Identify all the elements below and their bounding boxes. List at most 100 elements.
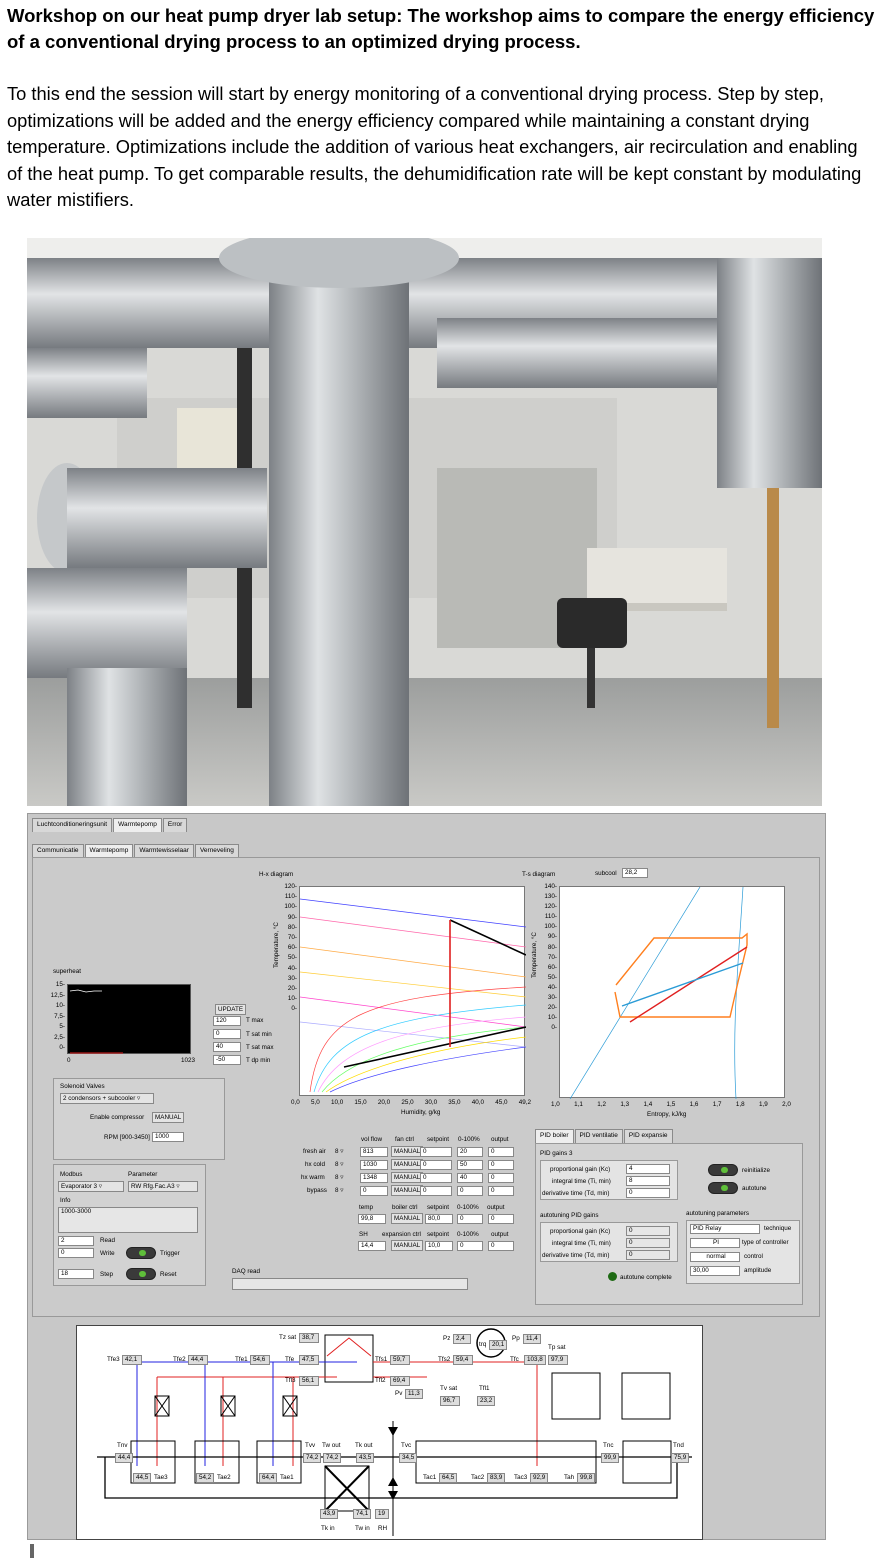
subtab-warmtepomp[interactable]: Warmtepomp: [84, 844, 134, 858]
tdp-label: T dp min: [246, 1057, 271, 1064]
top-tab-bar: Luchtconditioneringsunit Warmtepomp Erro…: [32, 818, 188, 832]
intro-paragraph: To this end the session will start by en…: [7, 83, 862, 210]
fan-vol: 0: [360, 1186, 388, 1196]
subtab-verneveling[interactable]: Verneveling: [194, 844, 239, 858]
fan-setpoint[interactable]: 0: [420, 1173, 452, 1183]
tac2-label: Tac2: [471, 1474, 485, 1481]
tpsat-label: Tp sat: [548, 1344, 566, 1351]
tsatmax-input[interactable]: 40: [213, 1042, 241, 1052]
fan-vol: 1030: [360, 1160, 388, 1170]
superheat-xmax: 1023: [181, 1057, 196, 1064]
tab-pid-ventilatie[interactable]: PID ventilatie: [574, 1129, 623, 1143]
sub-tab-bar: Communicatie Warmtepomp Warmtewisselaar …: [32, 844, 239, 858]
rpm-input[interactable]: 1000: [152, 1132, 184, 1142]
sh-label: SH: [359, 1231, 368, 1238]
pct-header: 0-100%: [458, 1136, 480, 1143]
tmax-input[interactable]: 120: [213, 1016, 241, 1026]
auto-ti-value: 0: [626, 1238, 670, 1248]
technique-label: technique: [764, 1225, 792, 1232]
controller-type-select[interactable]: PI: [690, 1238, 740, 1248]
tab-pid-expansie[interactable]: PID expansie: [623, 1129, 673, 1143]
ts-xlabel: Entropy, kJ/kg: [647, 1111, 687, 1118]
fan-setpoint[interactable]: 0: [420, 1147, 452, 1157]
auto-td-label: derivative time (Td, min): [542, 1252, 610, 1259]
tsatmin-input[interactable]: 0: [213, 1029, 241, 1039]
expansion-mode-button[interactable]: MANUAL: [391, 1240, 424, 1251]
expansion-setpoint[interactable]: 10,0: [425, 1241, 453, 1251]
tab-pid-boiler[interactable]: PID boiler: [535, 1129, 574, 1143]
relay-select[interactable]: PID Relay: [690, 1224, 760, 1234]
modbus-value-2[interactable]: 0: [58, 1248, 94, 1258]
tdp-input[interactable]: -50: [213, 1055, 241, 1065]
fan-row-n[interactable]: 8 ▿: [335, 1161, 343, 1168]
modbus-device-select[interactable]: Evaporator 3 ▿: [58, 1181, 124, 1192]
tkout-value: 43,5: [356, 1453, 374, 1463]
trigger-label: Trigger: [160, 1250, 180, 1257]
tab-error[interactable]: Error: [162, 818, 188, 832]
tac3-label: Tac3: [514, 1474, 528, 1481]
fan-mode-button[interactable]: MANUAL: [391, 1159, 424, 1170]
control-label: control: [744, 1253, 763, 1260]
fan-pct[interactable]: 50: [457, 1160, 483, 1170]
fan-mode-button[interactable]: MANUAL: [391, 1185, 424, 1196]
tfl3-label: Tfl3: [285, 1377, 296, 1384]
td-input[interactable]: 0: [626, 1188, 670, 1198]
fan-row-n[interactable]: 8 ▿: [335, 1148, 343, 1155]
fan-setpoint[interactable]: 0: [420, 1160, 452, 1170]
pz-label: Pz: [443, 1335, 451, 1342]
fan-mode-button[interactable]: MANUAL: [391, 1172, 424, 1183]
trigger-toggle[interactable]: [126, 1247, 156, 1259]
autotune-toggle[interactable]: [708, 1182, 738, 1194]
fan-row-n[interactable]: 8 ▿: [335, 1187, 343, 1194]
boiler-setpoint[interactable]: 80,0: [425, 1214, 453, 1224]
subtab-warmtewisselaar[interactable]: Warmtewisselaar: [134, 844, 194, 858]
tfe3-label: Tfe3: [107, 1356, 120, 1363]
fan-pct[interactable]: 40: [457, 1173, 483, 1183]
fan-pct[interactable]: 20: [457, 1147, 483, 1157]
expansion-pct[interactable]: 0: [457, 1241, 483, 1251]
auto-kc-value: 0: [626, 1226, 670, 1236]
update-button[interactable]: UPDATE: [215, 1004, 247, 1015]
fan-row-n[interactable]: 8 ▿: [335, 1174, 343, 1181]
fan-pct[interactable]: 0: [457, 1186, 483, 1196]
boiler-output-label: output: [487, 1204, 505, 1211]
autotuning-gains-label: autotuning PID gains: [540, 1212, 599, 1219]
amplitude-input[interactable]: 30,00: [690, 1266, 740, 1276]
ti-input[interactable]: 8: [626, 1176, 670, 1186]
tfe-value: 47,5: [299, 1355, 319, 1365]
td-label: derivative time (Td, min): [542, 1190, 610, 1197]
fan-setpoint[interactable]: 0: [420, 1186, 452, 1196]
fan-row-label: hx warm: [301, 1174, 325, 1181]
modbus-value-3[interactable]: 18: [58, 1269, 94, 1279]
reset-toggle[interactable]: [126, 1268, 156, 1280]
fan-vol: 1348: [360, 1173, 388, 1183]
fan-mode-button[interactable]: MANUAL: [391, 1146, 424, 1157]
solenoid-select[interactable]: 2 condensors + subcooler ▿: [60, 1093, 154, 1104]
control-select[interactable]: normal: [690, 1252, 740, 1262]
temp-label: temp: [359, 1204, 373, 1211]
tvsat-value: 96,7: [440, 1396, 460, 1406]
boiler-pct[interactable]: 0: [457, 1214, 483, 1224]
tfe2-label: Tfe2: [173, 1356, 186, 1363]
write-label: Write: [100, 1250, 115, 1257]
twout-label: Tw out: [322, 1442, 341, 1449]
pv-label: Pv: [395, 1390, 403, 1397]
tvv-value: 74,2: [303, 1453, 321, 1463]
twin-value: 74,1: [353, 1509, 371, 1519]
tnd-label: Tnd: [673, 1442, 684, 1449]
boiler-mode-button[interactable]: MANUAL: [391, 1213, 424, 1224]
enable-compressor-button[interactable]: MANUAL: [152, 1112, 185, 1123]
tac1-value: 64,5: [439, 1473, 457, 1483]
ts-yaxis: 140- 130- 120- 110- 100- 90- 80- 70- 60- 50- 40- 30…: [544, 883, 557, 1032]
reinitialize-toggle[interactable]: [708, 1164, 738, 1176]
tfl1-label: Tfl1: [479, 1385, 490, 1392]
modbus-parameter-select[interactable]: RW Rfg.Fac.A3 ▿: [128, 1181, 198, 1192]
subtab-communicatie[interactable]: Communicatie: [32, 844, 84, 858]
hx-yaxis: 120- 110- 100- 90- 80- 70- 60- 50- 40- 30- 20- 10- 0…: [284, 883, 297, 1013]
tab-warmtepomp[interactable]: Warmtepomp: [113, 818, 162, 832]
reset-label: Reset: [160, 1271, 177, 1278]
tab-luchtconditioneringsunit[interactable]: Luchtconditioneringsunit: [32, 818, 113, 832]
boiler-ctrl-label: boiler ctrl: [392, 1204, 418, 1211]
kc-input[interactable]: 4: [626, 1164, 670, 1174]
modbus-value-1[interactable]: 2: [58, 1236, 94, 1246]
